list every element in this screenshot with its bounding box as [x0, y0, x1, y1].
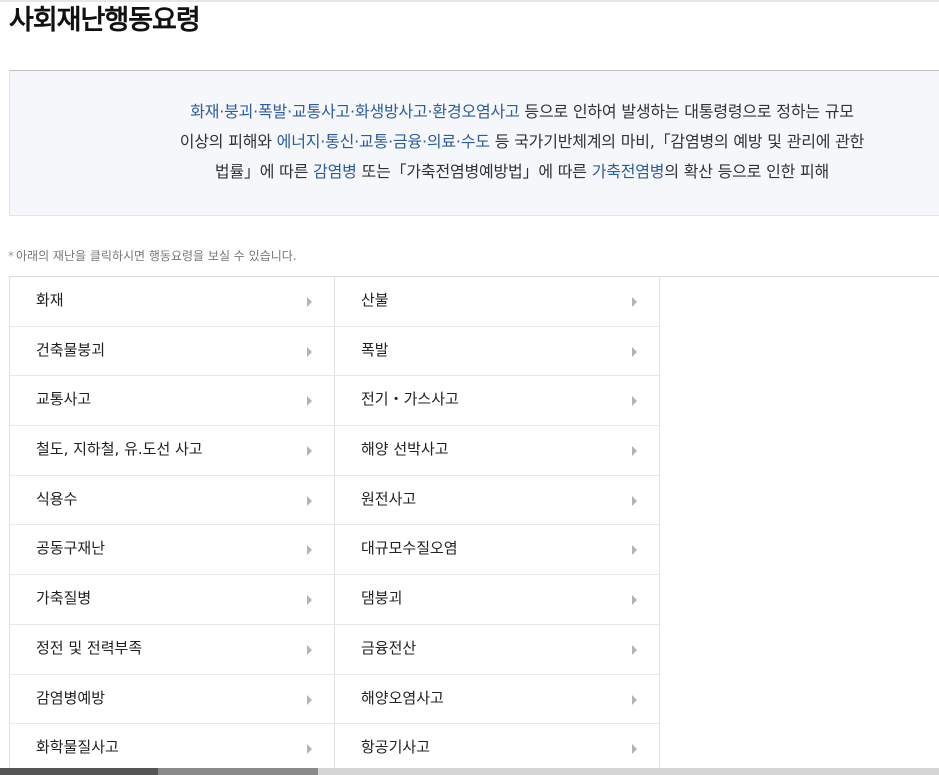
definition-fragment: 등 국가기반체계의 마비,「감염병의 예방 및 관리에 관한 [489, 132, 865, 151]
disaster-item[interactable]: 해양 선박사고 [334, 426, 659, 475]
disaster-item[interactable]: 댐붕괴 [334, 575, 659, 624]
disaster-item[interactable]: 철도, 지하철, 유.도선 사고 [10, 426, 334, 475]
disaster-item-label: 대규모수질오염 [361, 539, 458, 558]
disaster-item[interactable]: 해양오염사고 [334, 674, 659, 724]
disaster-item[interactable]: 식용수 [10, 476, 334, 525]
chevron-right-icon [307, 545, 312, 556]
notice-star: * [8, 249, 14, 263]
disaster-row: 건축물붕괴 폭발 [10, 326, 659, 377]
disaster-item-label: 감염병예방 [36, 688, 106, 707]
chevron-right-icon [307, 744, 312, 755]
definition-highlight: 감염병 [313, 162, 357, 181]
disaster-item-label: 화재 [36, 291, 64, 309]
chevron-right-icon [307, 346, 312, 357]
disaster-item-label: 항공기사고 [361, 738, 431, 757]
disaster-item-label: 산불 [361, 291, 389, 309]
chevron-right-icon [632, 297, 637, 307]
disaster-item[interactable]: 교통사고 [10, 376, 334, 425]
disaster-item-label: 전기・가스사고 [361, 390, 459, 409]
definition-highlight: 화재·붕괴·폭발·교통사고·화생방사고·환경오염사고 [190, 102, 520, 121]
chevron-right-icon [632, 744, 637, 755]
definition-fragment: 의 확산 등으로 인한 피해 [664, 162, 830, 181]
chevron-right-icon [632, 545, 637, 556]
disaster-item-label: 공동구재난 [36, 539, 106, 558]
disaster-item[interactable]: 정전 및 전력부족 [10, 625, 334, 674]
disaster-item-label: 폭발 [361, 340, 389, 359]
disaster-item[interactable]: 산불 [334, 277, 659, 326]
chevron-right-icon [632, 495, 637, 506]
disaster-item[interactable]: 화학물질사고 [10, 724, 334, 773]
chevron-right-icon [632, 694, 637, 705]
disaster-row: 가축질병 댐붕괴 [10, 575, 659, 625]
disaster-item-label: 건축물붕괴 [36, 340, 106, 359]
chevron-right-icon [632, 595, 637, 606]
disaster-row: 교통사고 전기・가스사고 [10, 376, 659, 427]
chevron-right-icon [307, 297, 312, 307]
disaster-item[interactable]: 화재 [10, 277, 334, 326]
disaster-item-label: 가축질병 [36, 589, 92, 608]
disaster-item-label: 철도, 지하철, 유.도선 사고 [36, 440, 203, 459]
disaster-item[interactable]: 전기・가스사고 [334, 376, 659, 426]
disaster-row: 철도, 지하철, 유.도선 사고 해양 선박사고 [10, 426, 659, 476]
chevron-right-icon [307, 446, 312, 457]
scrollbar-track-segment [158, 768, 318, 775]
chevron-right-icon [307, 396, 312, 407]
disaster-row: 정전 및 전력부족 금융전산 [10, 624, 659, 675]
disaster-row: 화재 산불 [10, 277, 659, 327]
disaster-item-label: 해양 선박사고 [361, 440, 449, 459]
chevron-right-icon [632, 446, 637, 457]
disaster-item-label: 댐붕괴 [361, 589, 403, 608]
disaster-item-label: 해양오염사고 [361, 688, 444, 707]
disaster-item-label: 교통사고 [36, 390, 92, 409]
chevron-right-icon [632, 644, 637, 655]
disaster-item-label: 원전사고 [361, 489, 417, 508]
chevron-right-icon [307, 644, 312, 655]
chevron-right-icon [307, 495, 312, 506]
disaster-item[interactable]: 폭발 [334, 326, 659, 376]
disaster-row: 감염병예방 해양오염사고 [10, 674, 659, 725]
definition-box: 화재·붕괴·폭발·교통사고·화생방사고·환경오염사고 등으로 인하여 발생하는 … [9, 70, 939, 216]
disaster-item[interactable]: 원전사고 [334, 475, 659, 525]
chevron-right-icon [632, 396, 637, 407]
disaster-row: 식용수 원전사고 [10, 475, 659, 526]
scrollbar-thumb[interactable] [0, 768, 158, 775]
disaster-item-label: 식용수 [36, 489, 78, 508]
disaster-item[interactable]: 건축물붕괴 [10, 327, 334, 376]
horizontal-scrollbar[interactable] [0, 768, 939, 775]
notice-message: 아래의 재난을 클릭하시면 행동요령을 보실 수 있습니다. [16, 249, 297, 263]
notice-text: * 아래의 재난을 클릭하시면 행동요령을 보실 수 있습니다. [8, 246, 297, 266]
disaster-row: 공동구재난 대규모수질오염 [10, 525, 659, 576]
definition-highlight: 가축전염병 [591, 162, 665, 181]
disaster-item[interactable]: 공동구재난 [10, 525, 334, 574]
definition-fragment: 또는「가축전염병예방법」에 따른 [356, 162, 592, 181]
chevron-right-icon [307, 694, 312, 705]
definition-text: 화재·붕괴·폭발·교통사고·화생방사고·환경오염사고 등으로 인하여 발생하는 … [122, 97, 922, 187]
disaster-row: 화학물질사고 항공기사고 [10, 724, 659, 774]
chevron-right-icon [632, 346, 637, 357]
definition-highlight: 에너지·통신·교통·금융·의료·수도 [276, 132, 490, 151]
page-title: 사회재난행동요령 [9, 5, 201, 36]
disaster-item[interactable]: 항공기사고 [334, 724, 659, 773]
disaster-list: 화재 산불 건축물붕괴 폭발 교통사고 전기・가스사고 철도, 지하철, 유.도선 사고 해양… [9, 277, 660, 774]
disaster-item-label: 화학물질사고 [36, 738, 119, 757]
page: 사회재난행동요령 화재·붕괴·폭발·교통사고·화생방사고·환경오염사고 등으로 … [0, 0, 939, 775]
disaster-item[interactable]: 대규모수질오염 [334, 525, 659, 575]
definition-fragment: 법률」에 따른 [214, 162, 314, 181]
chevron-right-icon [307, 595, 312, 606]
definition-fragment: 이상의 피해와 [179, 132, 277, 151]
definition-fragment: 등으로 인하여 발생하는 대통령령으로 정하는 규모 [519, 102, 854, 121]
disaster-item[interactable]: 금융전산 [334, 624, 659, 674]
disaster-item-label: 정전 및 전력부족 [36, 638, 143, 657]
disaster-item-label: 금융전산 [361, 638, 417, 657]
disaster-item[interactable]: 감염병예방 [10, 675, 334, 724]
disaster-item[interactable]: 가축질병 [10, 575, 334, 624]
